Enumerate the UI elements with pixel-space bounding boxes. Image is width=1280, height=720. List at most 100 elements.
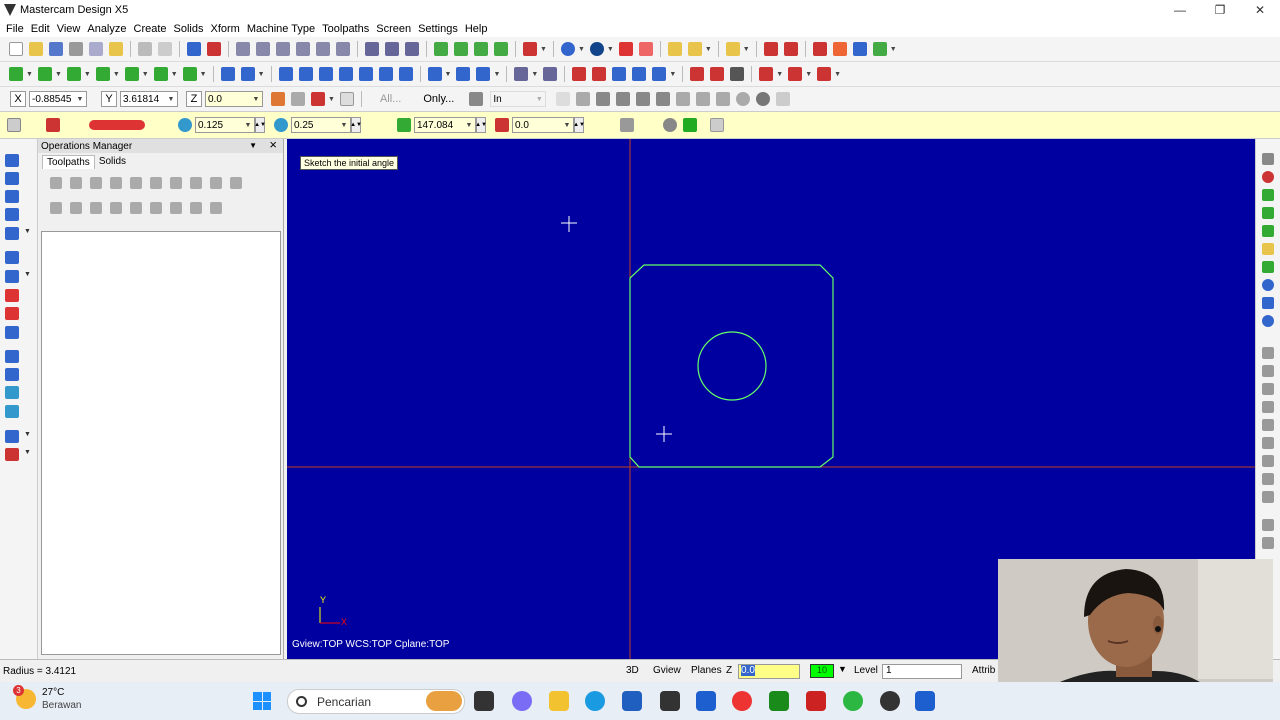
chevron-down-icon[interactable]: ▼ <box>242 118 254 132</box>
radius-field[interactable]: 0.125 ▼ <box>195 117 255 133</box>
xform-roll-icon[interactable] <box>427 67 442 81</box>
menu-toolpaths[interactable]: Toolpaths <box>322 23 376 35</box>
break-icon[interactable] <box>812 42 827 56</box>
expand-icon[interactable] <box>210 201 222 214</box>
surface-finish-icon[interactable] <box>1262 473 1274 485</box>
ops-help-icon[interactable] <box>230 176 242 189</box>
move-up-icon[interactable] <box>130 201 142 214</box>
pencil-icon[interactable] <box>1262 243 1274 255</box>
xform-scale-icon[interactable] <box>338 67 353 81</box>
select-all-ops-icon[interactable] <box>50 176 62 189</box>
3d-toggle[interactable]: 3D <box>626 665 639 676</box>
edit-endpoint-icon[interactable] <box>46 118 60 132</box>
display-options-icon[interactable] <box>190 201 202 214</box>
y-coordinate-field[interactable]: 3.61814 ▼ <box>120 91 178 107</box>
scroll-icon[interactable] <box>170 201 182 214</box>
trim-icon[interactable] <box>783 42 798 56</box>
toggle-display-icon[interactable] <box>70 201 82 214</box>
start-angle-spinner[interactable]: ▲▼ <box>475 117 487 133</box>
toolpath-icon[interactable] <box>1262 347 1274 359</box>
apply-plus-icon[interactable] <box>663 118 677 132</box>
save-icon[interactable] <box>49 42 63 56</box>
hidden-line-icon[interactable] <box>494 42 508 56</box>
delete-icon[interactable] <box>207 42 221 56</box>
note-icon[interactable] <box>543 67 558 81</box>
close-icon[interactable]: × <box>269 137 277 152</box>
select-icon[interactable] <box>187 42 201 56</box>
x-coordinate-field[interactable]: -0.88545 ▼ <box>29 91 87 107</box>
radius-spinner[interactable]: ▲▼ <box>254 117 266 133</box>
help-icon[interactable] <box>710 118 724 132</box>
window-select-icon[interactable] <box>385 42 399 56</box>
color-swatch[interactable]: 10 <box>810 664 834 678</box>
menu-settings[interactable]: Settings <box>418 23 465 35</box>
stock-icon[interactable] <box>523 42 537 56</box>
view-iso-icon[interactable] <box>1262 207 1274 219</box>
clear-icon[interactable] <box>109 42 123 56</box>
tangent-icon[interactable] <box>620 118 634 132</box>
select-solid-icon[interactable] <box>596 92 611 106</box>
insert-arrow-icon[interactable] <box>150 201 162 214</box>
arc-icon[interactable] <box>5 190 19 203</box>
chevron-down-icon[interactable]: ▼ <box>24 228 31 235</box>
fast-point-icon[interactable] <box>271 92 285 106</box>
chevron-down-icon[interactable]: ▼ <box>338 118 350 132</box>
pin-icon[interactable]: ▼ <box>249 141 257 150</box>
edge-icon[interactable] <box>585 691 605 711</box>
help-icon[interactable] <box>339 92 354 106</box>
point-icon[interactable] <box>9 67 23 81</box>
dimension-icon[interactable] <box>514 67 529 81</box>
select-face-icon[interactable] <box>616 92 631 106</box>
chevron-down-icon[interactable]: ▼ <box>24 449 31 456</box>
backplot-icon[interactable] <box>130 176 142 189</box>
list-icon[interactable] <box>852 42 867 56</box>
move-down-icon[interactable] <box>110 201 122 214</box>
menu-create[interactable]: Create <box>134 23 174 35</box>
z-coordinate-field[interactable]: 0.0 ▼ <box>205 91 263 107</box>
start-angle-field[interactable]: 147.084 ▼ <box>414 117 476 133</box>
select-body-icon[interactable] <box>656 92 671 106</box>
chain-icon[interactable] <box>365 42 379 56</box>
verify-icon[interactable] <box>150 176 162 189</box>
select-window-icon[interactable] <box>556 92 571 106</box>
tab-solids[interactable]: Solids <box>95 155 130 168</box>
xform-mirror-icon[interactable] <box>298 67 313 81</box>
xbox-icon[interactable] <box>769 691 789 711</box>
fillet-icon[interactable] <box>5 208 19 221</box>
paint-icon[interactable] <box>5 386 19 399</box>
menu-xform[interactable]: Xform <box>211 23 247 35</box>
drill-icon[interactable] <box>5 350 19 363</box>
face-icon[interactable] <box>1262 401 1274 413</box>
rectangle-icon[interactable] <box>5 227 19 240</box>
select-edge-icon[interactable] <box>636 92 651 106</box>
whatsapp-icon[interactable] <box>843 691 863 711</box>
diameter-spinner[interactable]: ▲▼ <box>350 117 362 133</box>
regen-all-icon[interactable] <box>90 176 102 189</box>
z-depth-field[interactable]: 0.0 <box>738 664 800 679</box>
spline-icon[interactable] <box>5 251 19 264</box>
sphere-icon[interactable] <box>589 42 604 56</box>
solid-view-icon[interactable] <box>434 42 448 56</box>
solid-extrude-icon[interactable] <box>690 67 705 81</box>
verify-icon[interactable] <box>696 92 711 106</box>
menu-help[interactable]: Help <box>465 23 495 35</box>
end-angle-field[interactable]: 0.0 ▼ <box>512 117 574 133</box>
simulate-icon[interactable] <box>170 176 182 189</box>
export-icon[interactable] <box>872 42 887 56</box>
wireframe-icon[interactable] <box>474 42 488 56</box>
fit-icon[interactable] <box>236 42 250 56</box>
radius-icon[interactable] <box>178 118 192 132</box>
undo-icon[interactable] <box>138 42 152 56</box>
units-select[interactable]: In ▼ <box>490 91 547 107</box>
select-cursor-icon[interactable] <box>576 92 591 106</box>
surface-rough-icon[interactable] <box>1262 455 1274 467</box>
solid-loft-icon[interactable] <box>730 67 745 81</box>
trim-break-icon[interactable] <box>220 67 235 81</box>
hatch-icon[interactable] <box>592 67 607 81</box>
text-icon[interactable] <box>5 405 19 418</box>
task-view-icon[interactable] <box>474 691 494 711</box>
minimize-button[interactable]: — <box>1160 0 1200 20</box>
xform-array-icon[interactable] <box>456 67 471 81</box>
help-query-icon[interactable] <box>763 42 778 56</box>
translucent-icon[interactable] <box>638 42 653 56</box>
